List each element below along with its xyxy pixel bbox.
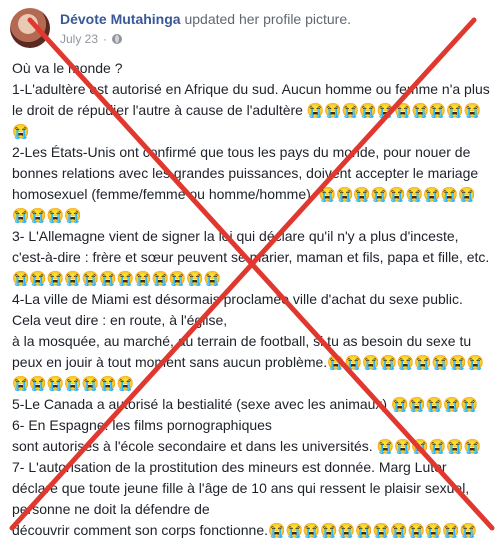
post-date[interactable]: July 23 <box>60 32 98 46</box>
post-paragraph-1: 1-L'adultère est autorisé en Afrique du … <box>12 81 494 139</box>
post-action: updated her profile picture. <box>184 11 352 27</box>
post-meta: July 23 · <box>60 32 123 46</box>
post-header: Dévote Mutahinga updated her profile pic… <box>10 8 490 52</box>
post-paragraph-7: 7- L'autorisation de la prostitution des… <box>12 459 478 538</box>
post-body: Où va le monde ? 1-L'adultère est autori… <box>12 58 490 541</box>
globe-icon <box>112 34 123 44</box>
meta-separator: · <box>103 32 108 46</box>
post-title-line: Dévote Mutahinga updated her profile pic… <box>60 11 351 27</box>
post-line-title: Où va le monde ? <box>12 60 123 76</box>
post-paragraph-3: 3- L'Allemagne vient de signer la loi qu… <box>12 228 494 286</box>
author-name[interactable]: Dévote Mutahinga <box>60 11 181 27</box>
post-paragraph-4: 4-La ville de Miami est désormais procla… <box>12 291 485 391</box>
post-paragraph-6: 6- En Espagne: les films pornographiques… <box>12 417 482 454</box>
avatar[interactable] <box>10 8 50 48</box>
post-paragraph-5: 5-Le Canada a autorisé la bestialité (se… <box>12 396 479 412</box>
post-paragraph-2: 2-Les États-Unis ont confirmé que tous l… <box>12 144 483 223</box>
